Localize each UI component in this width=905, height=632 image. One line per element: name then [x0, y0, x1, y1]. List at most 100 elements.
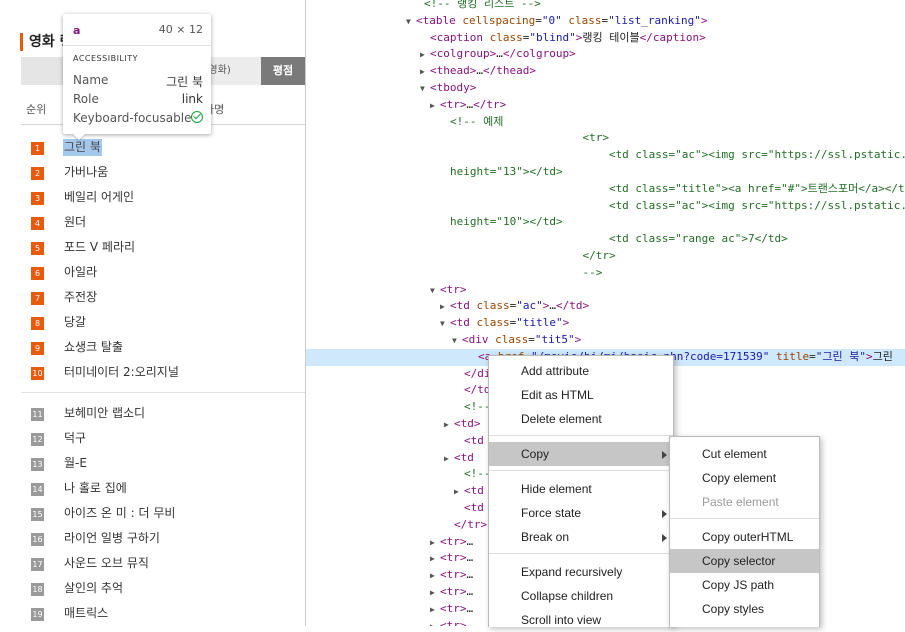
menu-expand-recursively[interactable]: Expand recursively: [489, 560, 673, 584]
ranking-row: 8 당갈: [0, 311, 305, 336]
submenu-arrow-icon: [662, 510, 667, 518]
menu-break-on[interactable]: Break on: [489, 525, 673, 549]
movie-title-link[interactable]: 가버나움: [64, 164, 108, 181]
tooltip-role-row: Role link: [73, 92, 203, 110]
dom-node-line[interactable]: ▶ <tr>…</tr>: [306, 97, 905, 114]
dom-node-line[interactable]: </tr>: [306, 248, 905, 265]
movie-title-link[interactable]: 덕구: [64, 430, 86, 447]
movie-title-link[interactable]: 나 홀로 집에: [64, 480, 127, 497]
dom-node-markup: <table cellspacing="0" class="list_ranki…: [416, 13, 708, 27]
expand-arrow-icon[interactable]: ▶: [430, 568, 440, 585]
collapse-arrow-icon[interactable]: ▼: [406, 14, 416, 31]
expand-arrow-icon[interactable]: ▶: [430, 98, 440, 115]
expand-arrow-icon[interactable]: ▶: [430, 585, 440, 602]
dom-node-line[interactable]: ▼ <table cellspacing="0" class="list_rank…: [306, 13, 905, 30]
dom-node-markup: <div class="tit5">: [462, 333, 582, 346]
movie-title-link[interactable]: 사운드 오브 뮤직: [64, 555, 149, 572]
rank-badge: 12: [31, 433, 44, 446]
dom-node-markup: <!-- 예제: [450, 114, 504, 128]
tooltip-tag: a: [73, 24, 81, 37]
menu-edit-as-html[interactable]: Edit as HTML: [489, 383, 673, 407]
dom-node-line[interactable]: ▼ <div class="tit5">: [306, 332, 905, 349]
movie-title-link[interactable]: 원더: [64, 214, 86, 231]
expand-arrow-icon[interactable]: ▶: [430, 535, 440, 552]
dom-node-line[interactable]: ▶ <thead>…</thead>: [306, 63, 905, 80]
tab-rating[interactable]: 평점: [261, 57, 305, 85]
expand-arrow-icon[interactable]: ▶: [454, 484, 464, 501]
menu-copy-styles[interactable]: Copy styles: [670, 597, 819, 621]
dom-node-line[interactable]: <td class="ac"><img src="https://ssl.pst…: [306, 198, 905, 215]
movie-title-link[interactable]: 아일라: [64, 264, 97, 281]
dom-node-line[interactable]: <!-- 예제: [306, 114, 905, 131]
movie-title-link[interactable]: 아이즈 온 미 : 더 무비: [64, 505, 175, 522]
dom-node-markup: height="10"></td>: [450, 215, 563, 229]
movie-title-link[interactable]: 포드 V 페라리: [64, 239, 135, 256]
expand-arrow-icon[interactable]: ▶: [430, 602, 440, 619]
dom-node-line[interactable]: ▼ <tr>: [306, 282, 905, 299]
expand-arrow-icon[interactable]: ▶: [444, 417, 454, 434]
menu-copy-selector[interactable]: Copy selector: [670, 549, 819, 573]
dom-node-text: <td class="ac"><img src="https://ssl.pst…: [440, 198, 905, 215]
rank-badge: 14: [31, 483, 44, 496]
expand-arrow-icon[interactable]: ▶: [430, 551, 440, 568]
expand-arrow-icon[interactable]: ▶: [420, 64, 430, 81]
dom-node-markup: <thead>…</thead>: [430, 64, 536, 78]
movie-title-link[interactable]: 매트릭스: [64, 605, 108, 622]
movie-title-link[interactable]: 보헤미안 랩소디: [64, 405, 145, 422]
dom-node-line[interactable]: ▶ <td class="ac">…</td>: [306, 298, 905, 315]
dom-node-text: <!-- 랭킹 리스트 -->: [414, 0, 541, 13]
dom-node-line[interactable]: ▼ <td class="title">: [306, 315, 905, 332]
expand-arrow-icon[interactable]: ▶: [430, 619, 440, 626]
dom-node-line[interactable]: height="13"></td>: [306, 164, 905, 181]
dom-node-line[interactable]: <td class="title"><a href="#">트랜스포머</a><…: [306, 181, 905, 198]
movie-ranking-page: 영화 랭 영영화) 평점 순위 화명 1 그린 북 2 가버나움 3 베일리 어게인 4 원더…: [0, 0, 305, 626]
movie-title-link[interactable]: 살인의 추억: [64, 580, 123, 597]
dom-node-text: ▶<tr>…: [430, 550, 473, 568]
movie-title-link[interactable]: 당갈: [64, 314, 86, 331]
dom-node-text: <td class="range ac">7</td>: [440, 231, 788, 248]
movie-title-link[interactable]: 베일리 어게인: [64, 189, 134, 206]
movie-title-link[interactable]: 주전장: [64, 289, 97, 306]
dom-node-line[interactable]: <td class="ac"><img src="https://ssl.pst…: [306, 147, 905, 164]
menu-cut-element[interactable]: Cut element: [670, 442, 819, 466]
dom-node-line[interactable]: <td class="range ac">7</td>: [306, 231, 905, 248]
dom-node-line[interactable]: ▼ <tbody>: [306, 80, 905, 97]
collapse-arrow-icon[interactable]: ▼: [420, 81, 430, 98]
menu-delete-element[interactable]: Delete element: [489, 407, 673, 431]
menu-add-attribute[interactable]: Add attribute: [489, 359, 673, 383]
menu-collapse-children[interactable]: Collapse children: [489, 584, 673, 608]
dom-node-line[interactable]: <tr>: [306, 130, 905, 147]
movie-title-link[interactable]: 라이언 일병 구하기: [64, 530, 160, 547]
dom-node-line[interactable]: <!-- 랭킹 리스트 -->: [306, 0, 905, 13]
dom-node-text: <tr>: [440, 130, 609, 147]
dom-node-line[interactable]: <caption class="blind">랭킹 테이블</caption>: [306, 30, 905, 47]
movie-title-link[interactable]: 그린 북: [63, 139, 102, 156]
dom-node-text: ▶<tr>…: [430, 534, 473, 552]
menu-copy-js-path[interactable]: Copy JS path: [670, 573, 819, 597]
collapse-arrow-icon[interactable]: ▼: [430, 283, 440, 300]
collapse-arrow-icon[interactable]: ▼: [440, 316, 450, 333]
collapse-arrow-icon[interactable]: ▼: [452, 333, 462, 350]
menu-copy-element[interactable]: Copy element: [670, 466, 819, 490]
dom-node-line[interactable]: -->: [306, 265, 905, 282]
movie-title-link[interactable]: 쇼생크 탈출: [64, 339, 123, 356]
movie-title-link[interactable]: 터미네이터 2:오리지널: [64, 364, 179, 381]
menu-force-state[interactable]: Force state: [489, 501, 673, 525]
dom-node-line[interactable]: ▶ <colgroup>…</colgroup>: [306, 46, 905, 63]
menu-copy-outerhtml[interactable]: Copy outerHTML: [670, 525, 819, 549]
expand-arrow-icon[interactable]: ▶: [444, 451, 454, 468]
rank-badge: 5: [31, 242, 44, 255]
menu-hide-element[interactable]: Hide element: [489, 477, 673, 501]
dom-node-line[interactable]: height="10"></td>: [306, 214, 905, 231]
submenu-arrow-icon: [662, 534, 667, 542]
menu-scroll-into-view[interactable]: Scroll into view: [489, 608, 673, 632]
rank-badge: 17: [31, 558, 44, 571]
ranking-row: 13 월-E: [0, 452, 305, 477]
menu-copy[interactable]: Copy: [489, 442, 673, 466]
expand-arrow-icon[interactable]: ▶: [440, 299, 450, 316]
expand-arrow-icon[interactable]: ▶: [420, 47, 430, 64]
dom-node-text: ▼ <tbody>: [420, 80, 476, 98]
rank-badge: 13: [31, 458, 44, 471]
movie-title-link[interactable]: 월-E: [64, 455, 87, 472]
menu-force-state-label: Force state: [521, 506, 582, 520]
